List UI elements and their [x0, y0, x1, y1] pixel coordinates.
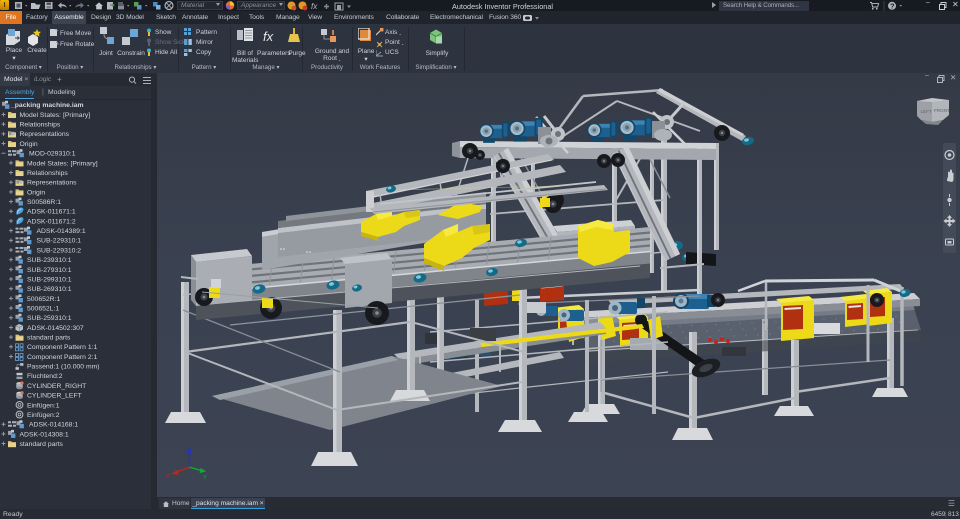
svg-text:ADSK-014502:307: ADSK-014502:307: [27, 325, 84, 332]
svg-text:Fluchtend:2: Fluchtend:2: [27, 373, 63, 380]
svg-text:Component Pattern 1:1: Component Pattern 1:1: [27, 344, 97, 351]
svg-text:Passend:1 (10.000 mm): Passend:1 (10.000 mm): [27, 364, 100, 371]
svg-text:500652L:1: 500652L:1: [27, 305, 59, 312]
svg-text:Model States: [Primary]: Model States: [Primary]: [27, 160, 98, 167]
svg-text:ADSK-014389:1: ADSK-014389:1: [37, 228, 86, 235]
svg-text:LEFT: LEFT: [921, 109, 932, 114]
svg-text:Y: Y: [203, 475, 207, 481]
svg-text:Z: Z: [186, 447, 190, 453]
svg-text:FRONT: FRONT: [934, 108, 950, 113]
svg-text:standard parts: standard parts: [20, 441, 64, 448]
svg-text:SUB-269310:1: SUB-269310:1: [27, 286, 72, 293]
svg-text:Component Pattern 2:1: Component Pattern 2:1: [27, 354, 97, 361]
svg-text:_packing machine.iam: _packing machine.iam: [10, 102, 84, 109]
svg-text:ADSK-014308:1: ADSK-014308:1: [20, 431, 69, 438]
svg-text:S00586R:1: S00586R:1: [27, 199, 61, 206]
svg-text:Relationships: Relationships: [27, 170, 68, 177]
svg-text:X: X: [166, 473, 170, 479]
svg-text:Representations: Representations: [27, 180, 77, 187]
svg-text:ADSK-014168:1: ADSK-014168:1: [29, 422, 78, 429]
svg-text:Einfügen:1: Einfügen:1: [27, 402, 60, 409]
svg-text:ADSK-011671:2: ADSK-011671:2: [27, 218, 76, 225]
svg-text:Relationships: Relationships: [20, 122, 61, 129]
svg-text:Origin: Origin: [20, 141, 38, 148]
svg-text:Einfügen:2: Einfügen:2: [27, 412, 60, 419]
svg-text:CYLINDER_LEFT: CYLINDER_LEFT: [27, 393, 82, 400]
svg-text:fx: fx: [311, 2, 318, 11]
svg-text:SUB-229310:2: SUB-229310:2: [37, 247, 82, 254]
svg-text:MOD-029310:1: MOD-029310:1: [29, 151, 76, 158]
svg-text:fx: fx: [263, 29, 274, 44]
svg-text:SUB-279310:1: SUB-279310:1: [27, 267, 72, 274]
svg-text:Origin: Origin: [27, 189, 45, 196]
svg-text:ADSK-011671:1: ADSK-011671:1: [27, 209, 76, 216]
svg-text:Model States: [Primary]: Model States: [Primary]: [20, 112, 91, 119]
svg-text:500652R:1: 500652R:1: [27, 296, 60, 303]
svg-text:SUB-239310:1: SUB-239310:1: [27, 257, 72, 264]
svg-text:SUB-299310:1: SUB-299310:1: [27, 276, 72, 283]
svg-text:CYLINDER_RIGHT: CYLINDER_RIGHT: [27, 383, 86, 390]
svg-text:?: ?: [890, 2, 895, 11]
svg-text:Representations: Representations: [20, 131, 70, 138]
svg-text:SUB-229310:1: SUB-229310:1: [37, 238, 82, 245]
svg-text:standard parts: standard parts: [27, 335, 71, 342]
svg-text:SUB-259310:1: SUB-259310:1: [27, 315, 72, 322]
